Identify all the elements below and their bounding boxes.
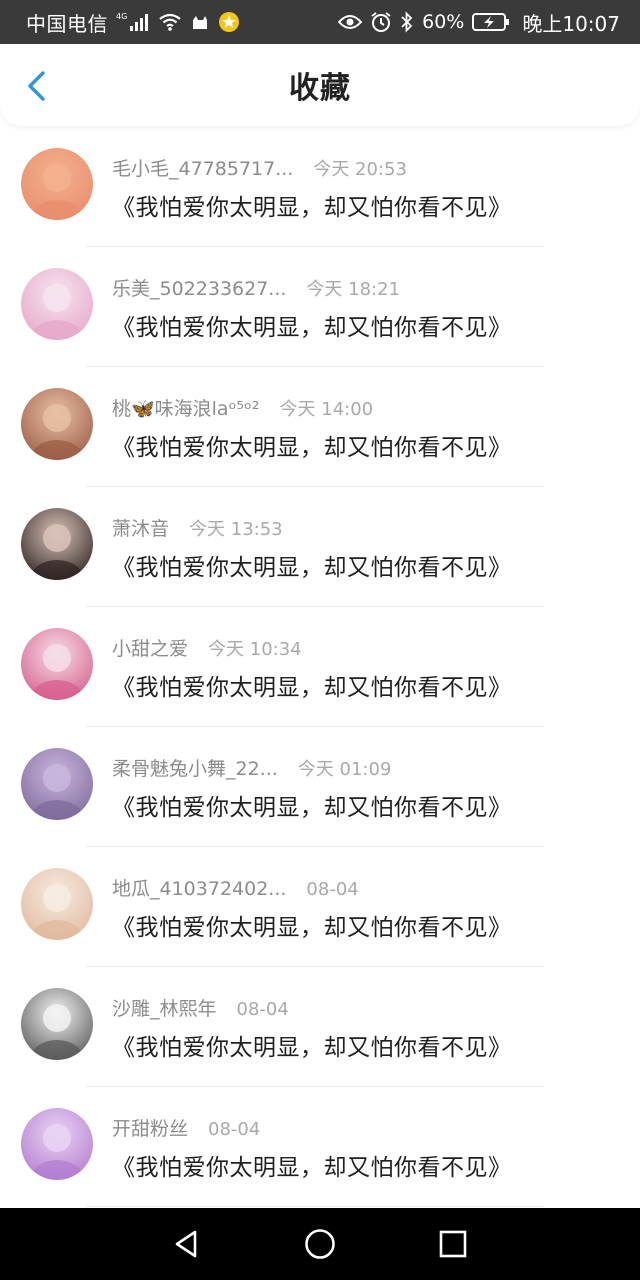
username[interactable]: 桃🦋味海浪laᵒ⁵ᵒ²	[112, 394, 260, 421]
avatar[interactable]	[21, 388, 93, 460]
timestamp: 今天 13:53	[189, 519, 283, 540]
carrier-label: 中国电信	[26, 11, 108, 36]
wifi-icon	[158, 12, 182, 32]
divider	[86, 486, 544, 487]
timestamp: 今天 01:09	[297, 759, 392, 780]
username[interactable]: 开甜粉丝	[112, 1114, 188, 1141]
avatar[interactable]	[21, 508, 93, 580]
item-meta: 桃🦋味海浪laᵒ⁵ᵒ² 今天 14:00	[112, 394, 373, 421]
timestamp: 08-04	[236, 999, 289, 1020]
item-meta: 开甜粉丝 08-04	[112, 1114, 260, 1141]
nav-back-button[interactable]	[159, 1216, 215, 1272]
timestamp: 08-04	[208, 1119, 261, 1140]
avatar-image	[21, 148, 93, 220]
timestamp: 08-04	[306, 879, 359, 900]
favorite-content[interactable]: 《我怕爱你太明显，却又怕你看不见》	[112, 1148, 512, 1182]
alarm-icon	[370, 11, 392, 33]
username[interactable]: 沙雕_林熙年	[112, 994, 217, 1021]
navigation-bar	[0, 1208, 640, 1280]
avatar-image	[21, 1108, 93, 1180]
item-meta: 小甜之爱 今天 10:34	[112, 634, 302, 661]
avatar-image	[21, 268, 93, 340]
avatar[interactable]	[21, 988, 93, 1060]
avatar[interactable]	[21, 748, 93, 820]
network-type-label: 4G	[116, 12, 127, 21]
back-triangle-icon	[175, 1230, 196, 1258]
timestamp: 今天 18:21	[306, 279, 401, 300]
battery-icon	[472, 12, 510, 32]
favorite-content[interactable]: 《我怕爱你太明显，却又怕你看不见》	[112, 428, 512, 462]
cat-icon	[190, 12, 210, 32]
status-bar: 中国电信 4G 60% 晚上10:07	[0, 0, 640, 44]
divider	[86, 606, 544, 607]
recents-square-icon	[440, 1230, 467, 1258]
eye-icon	[338, 13, 363, 31]
list-item[interactable]: 桃🦋味海浪laᵒ⁵ᵒ² 今天 14:00 《我怕爱你太明显，却又怕你看不见》	[0, 368, 640, 488]
username[interactable]: 乐美_502233627...	[112, 274, 286, 301]
username[interactable]: 地瓜_410372402...	[112, 874, 286, 901]
list-item[interactable]: 开甜粉丝 08-04 《我怕爱你太明显，却又怕你看不见》	[0, 1088, 640, 1208]
avatar-image	[21, 748, 93, 820]
chevron-left-icon	[28, 71, 45, 101]
status-bar-right: 60% 晚上10:07	[338, 8, 620, 37]
divider	[86, 726, 544, 727]
divider	[86, 366, 544, 367]
username[interactable]: 小甜之爱	[112, 634, 188, 661]
favorite-content[interactable]: 《我怕爱你太明显，却又怕你看不见》	[112, 548, 512, 582]
nav-home-button[interactable]	[292, 1216, 348, 1272]
divider	[86, 1206, 544, 1207]
favorite-content[interactable]: 《我怕爱你太明显，却又怕你看不见》	[112, 188, 512, 222]
signal-icon: 4G	[116, 11, 150, 33]
status-bar-left: 中国电信 4G	[26, 8, 240, 37]
list-item[interactable]: 毛小毛_47785717... 今天 20:53 《我怕爱你太明显，却又怕你看不见》	[0, 128, 640, 248]
item-meta: 萧沐音 今天 13:53	[112, 514, 283, 541]
favorite-content[interactable]: 《我怕爱你太明显，却又怕你看不见》	[112, 308, 512, 342]
avatar-image	[21, 988, 93, 1060]
item-meta: 柔骨魅兔小舞_22... 今天 01:09	[112, 754, 391, 781]
timestamp: 今天 10:34	[208, 639, 302, 660]
divider	[86, 1086, 544, 1087]
nav-recents-button[interactable]	[425, 1216, 481, 1272]
item-meta: 乐美_502233627... 今天 18:21	[112, 274, 400, 301]
timestamp: 今天 14:00	[279, 399, 374, 420]
username[interactable]: 毛小毛_47785717...	[112, 154, 293, 181]
back-button[interactable]	[16, 66, 56, 106]
list-item[interactable]: 萧沐音 今天 13:53 《我怕爱你太明显，却又怕你看不见》	[0, 488, 640, 608]
star-icon	[218, 11, 240, 33]
favorite-content[interactable]: 《我怕爱你太明显，却又怕你看不见》	[112, 668, 512, 702]
item-meta: 毛小毛_47785717... 今天 20:53	[112, 154, 407, 181]
list-item[interactable]: 乐美_502233627... 今天 18:21 《我怕爱你太明显，却又怕你看不见》	[0, 248, 640, 368]
clock: 晚上10:07	[522, 11, 620, 36]
battery-percent: 60%	[422, 11, 465, 33]
home-circle-icon	[305, 1229, 335, 1259]
list-item[interactable]: 地瓜_410372402... 08-04 《我怕爱你太明显，却又怕你看不见》	[0, 848, 640, 968]
avatar[interactable]	[21, 148, 93, 220]
avatar-image	[21, 508, 93, 580]
divider	[86, 246, 544, 247]
list-item[interactable]: 柔骨魅兔小舞_22... 今天 01:09 《我怕爱你太明显，却又怕你看不见》	[0, 728, 640, 848]
favorite-content[interactable]: 《我怕爱你太明显，却又怕你看不见》	[112, 788, 512, 822]
timestamp: 今天 20:53	[313, 159, 407, 180]
username[interactable]: 萧沐音	[112, 514, 169, 541]
avatar-image	[21, 388, 93, 460]
avatar[interactable]	[21, 628, 93, 700]
avatar[interactable]	[21, 868, 93, 940]
favorites-list: 毛小毛_47785717... 今天 20:53 《我怕爱你太明显，却又怕你看不见》…	[0, 128, 640, 1208]
avatar-image	[21, 868, 93, 940]
item-meta: 沙雕_林熙年 08-04	[112, 994, 289, 1021]
favorite-content[interactable]: 《我怕爱你太明显，却又怕你看不见》	[112, 1028, 512, 1062]
avatar[interactable]	[21, 268, 93, 340]
item-meta: 地瓜_410372402... 08-04	[112, 874, 359, 901]
list-item[interactable]: 小甜之爱 今天 10:34 《我怕爱你太明显，却又怕你看不见》	[0, 608, 640, 728]
username[interactable]: 柔骨魅兔小舞_22...	[112, 754, 278, 781]
bluetooth-icon	[400, 11, 414, 33]
divider	[86, 966, 544, 967]
page-title: 收藏	[289, 71, 351, 106]
avatar[interactable]	[21, 1108, 93, 1180]
favorite-content[interactable]: 《我怕爱你太明显，却又怕你看不见》	[112, 908, 512, 942]
divider	[86, 846, 544, 847]
avatar-image	[21, 628, 93, 700]
list-item[interactable]: 沙雕_林熙年 08-04 《我怕爱你太明显，却又怕你看不见》	[0, 968, 640, 1088]
header: 收藏	[0, 44, 640, 126]
